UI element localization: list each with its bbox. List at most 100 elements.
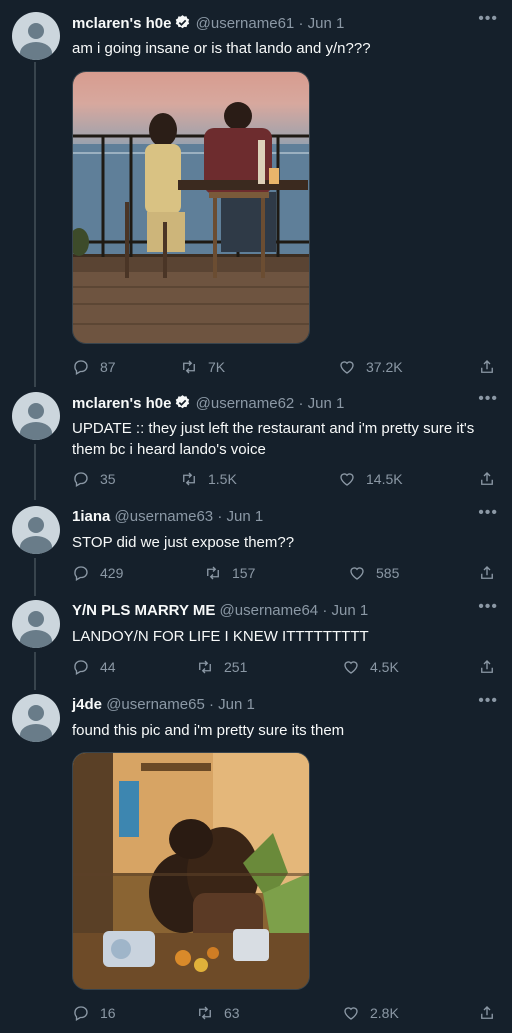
like-button[interactable]: 585 [348, 564, 399, 582]
avatar[interactable] [12, 694, 60, 742]
like-count: 2.8K [370, 1005, 399, 1021]
avatar[interactable] [12, 600, 60, 648]
handle[interactable]: @username63 [115, 508, 214, 525]
display-name[interactable]: mclaren's h0e [72, 395, 171, 412]
more-horizontal-icon[interactable]: ••• [478, 504, 498, 522]
tweet-header: mclaren's h0e @username62 · Jun 1 [72, 394, 472, 416]
handle[interactable]: @username61 [196, 15, 295, 32]
reply-count: 429 [100, 565, 124, 581]
reply-count: 87 [100, 359, 116, 375]
verified-badge-icon [174, 394, 191, 416]
date[interactable]: Jun 1 [227, 508, 264, 525]
separator-dot: · [217, 508, 223, 525]
tweet[interactable]: mclaren's h0e @username61 · Jun 1 ••• am… [0, 0, 512, 390]
tweet-header: mclaren's h0e @username61 · Jun 1 [72, 14, 472, 36]
date[interactable]: Jun 1 [308, 15, 345, 32]
restaurant-photo [73, 72, 309, 343]
tweet-actions: 87 7K 37.2K [72, 358, 502, 378]
retweet-count: 63 [224, 1005, 240, 1021]
reply-count: 16 [100, 1005, 116, 1021]
share-icon [481, 472, 493, 485]
reply-button[interactable]: 35 [72, 470, 116, 488]
avatar[interactable] [12, 506, 60, 554]
retweet-icon [199, 1006, 211, 1020]
tweet-image[interactable] [72, 752, 310, 990]
share-button[interactable] [478, 1004, 506, 1022]
share-button[interactable] [478, 658, 506, 676]
retweet-button[interactable]: 251 [196, 658, 247, 676]
retweet-count: 7K [208, 359, 226, 375]
reply-icon [74, 1006, 88, 1021]
like-button[interactable]: 37.2K [338, 358, 403, 376]
retweet-count: 157 [232, 565, 256, 581]
date[interactable]: Jun 1 [332, 602, 369, 619]
more-horizontal-icon[interactable]: ••• [478, 598, 498, 616]
share-button[interactable] [478, 470, 506, 488]
reply-icon [74, 360, 88, 375]
tweet[interactable]: Y/N PLS MARRY ME @username64 · Jun 1 •••… [0, 588, 512, 684]
tweet-actions: 429 157 585 [72, 564, 502, 584]
cafe-photo [73, 753, 309, 989]
share-icon [481, 1006, 493, 1019]
retweet-icon [207, 566, 219, 580]
like-count: 4.5K [370, 659, 399, 675]
like-count: 37.2K [366, 359, 403, 375]
retweet-icon [199, 660, 211, 674]
tweet-text: found this pic and i'm pretty sure its t… [72, 722, 345, 739]
tweet-text: am i going insane or is that lando and y… [72, 40, 371, 57]
display-name[interactable]: mclaren's h0e [72, 15, 171, 32]
tweet-header: Y/N PLS MARRY ME @username64 · Jun 1 [72, 602, 472, 620]
retweet-button[interactable]: 7K [180, 358, 225, 376]
tweet-image[interactable] [72, 71, 310, 344]
avatar[interactable] [12, 392, 60, 440]
reply-count: 35 [100, 471, 116, 487]
like-count: 14.5K [366, 471, 403, 487]
handle[interactable]: @username62 [196, 395, 295, 412]
display-name[interactable]: 1iana [72, 508, 110, 525]
share-icon [481, 660, 493, 673]
reply-button[interactable]: 429 [72, 564, 123, 582]
avatar[interactable] [12, 12, 60, 60]
date[interactable]: Jun 1 [308, 395, 345, 412]
like-icon [344, 661, 358, 674]
separator-dot: · [322, 602, 328, 619]
tweet-actions: 35 1.5K 14.5K [72, 470, 502, 490]
like-button[interactable]: 14.5K [338, 470, 403, 488]
verified-badge-icon [174, 14, 191, 36]
like-count: 585 [376, 565, 400, 581]
more-horizontal-icon[interactable]: ••• [478, 692, 498, 710]
reply-icon [74, 566, 88, 581]
retweet-button[interactable]: 1.5K [180, 470, 237, 488]
retweet-count: 1.5K [208, 471, 237, 487]
tweet-text: UPDATE :: they just left the restaurant … [72, 420, 475, 458]
like-icon [340, 361, 354, 374]
like-icon [350, 567, 364, 580]
retweet-icon [183, 360, 195, 374]
like-button[interactable]: 2.8K [342, 1004, 399, 1022]
retweet-button[interactable]: 157 [204, 564, 255, 582]
reply-button[interactable]: 44 [72, 658, 116, 676]
date[interactable]: Jun 1 [218, 696, 255, 713]
tweet[interactable]: j4de @username65 · Jun 1 ••• found this … [0, 682, 512, 1033]
separator-dot: · [208, 696, 214, 713]
retweet-count: 251 [224, 659, 248, 675]
more-horizontal-icon[interactable]: ••• [478, 10, 498, 28]
handle[interactable]: @username64 [220, 602, 319, 619]
reply-count: 44 [100, 659, 116, 675]
reply-button[interactable]: 16 [72, 1004, 116, 1022]
tweet[interactable]: mclaren's h0e @username62 · Jun 1 ••• UP… [0, 380, 512, 500]
share-icon [481, 360, 493, 373]
handle[interactable]: @username65 [106, 696, 205, 713]
more-horizontal-icon[interactable]: ••• [478, 390, 498, 408]
share-button[interactable] [478, 564, 506, 582]
tweet-header: j4de @username65 · Jun 1 [72, 696, 472, 714]
like-button[interactable]: 4.5K [342, 658, 399, 676]
retweet-icon [183, 472, 195, 486]
share-button[interactable] [478, 358, 506, 376]
reply-button[interactable]: 87 [72, 358, 116, 376]
display-name[interactable]: j4de [72, 696, 102, 713]
share-icon [481, 566, 493, 579]
tweet[interactable]: 1iana @username63 · Jun 1 ••• STOP did w… [0, 494, 512, 590]
retweet-button[interactable]: 63 [196, 1004, 240, 1022]
display-name[interactable]: Y/N PLS MARRY ME [72, 602, 215, 619]
